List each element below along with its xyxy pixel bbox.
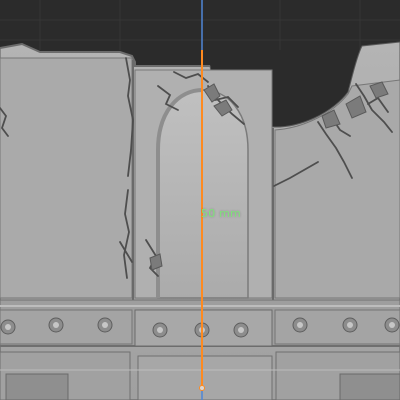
scene-render[interactable] [0,0,400,400]
rivet [152,322,168,338]
rivet [342,317,358,333]
rivet [384,317,400,333]
rivet [292,317,308,333]
left-panel [0,57,133,299]
right-panel [274,79,400,299]
measure-endpoint-bottom[interactable] [199,385,205,391]
rivet [233,322,249,338]
viewport-grid [0,0,400,50]
rivet [97,317,113,333]
3d-viewport[interactable]: 50 mm [0,0,400,400]
rivet [48,317,64,333]
base-blocks [0,351,400,400]
rivet [0,319,16,335]
